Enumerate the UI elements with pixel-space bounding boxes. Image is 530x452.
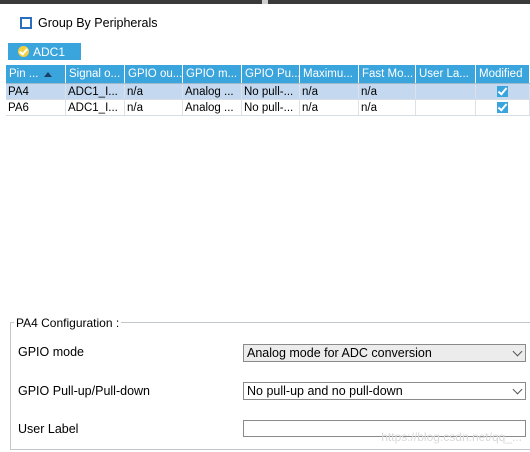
cell-maximum: n/a: [300, 84, 359, 99]
sort-ascending-icon: [44, 71, 53, 77]
watermark: https://blog.csdn.net/qq_...: [381, 430, 522, 444]
cell-pin: PA4: [6, 84, 66, 99]
cell-modified[interactable]: [476, 84, 530, 99]
column-header-gpio-pull[interactable]: GPIO Pu...: [242, 65, 300, 83]
modified-checkbox[interactable]: [497, 102, 508, 113]
column-header-label: Signal o...: [69, 68, 121, 80]
chevron-down-icon: [512, 384, 523, 395]
gpio-pull-value: No pull-up and no pull-down: [247, 384, 403, 398]
pin-configuration-page: Group By Peripherals ADC1 Pin ... Signal…: [0, 0, 530, 452]
cell-user-label: [416, 100, 476, 115]
gpio-mode-select[interactable]: Analog mode for ADC conversion: [243, 344, 526, 362]
chevron-down-icon: [512, 346, 523, 357]
cell-pin: PA6: [6, 100, 66, 115]
table-row[interactable]: PA4 ADC1_I... n/a Analog ... No pull-...…: [6, 84, 530, 100]
modified-checkbox[interactable]: [497, 86, 508, 97]
column-header-modified[interactable]: Modified: [476, 65, 530, 83]
cell-fast-mode: n/a: [359, 84, 416, 99]
column-header-label: Modified: [479, 68, 523, 80]
cell-user-label: [416, 84, 476, 99]
top-strip-notch: [262, 0, 268, 4]
check-circle-icon: [18, 46, 29, 57]
column-header-gpio-output[interactable]: GPIO ou...: [125, 65, 183, 83]
gpio-pull-select[interactable]: No pull-up and no pull-down: [243, 382, 526, 400]
cell-gpio-output: n/a: [125, 84, 183, 99]
top-strip: [0, 0, 530, 4]
cell-maximum: n/a: [300, 100, 359, 115]
group-by-checkbox[interactable]: [20, 17, 32, 29]
column-header-user-label[interactable]: User La...: [416, 65, 476, 83]
cell-gpio-pull: No pull-...: [242, 100, 300, 115]
gpio-mode-label: GPIO mode: [18, 345, 84, 359]
gpio-pull-label: GPIO Pull-up/Pull-down: [18, 384, 151, 398]
column-header-label: GPIO ou...: [128, 68, 183, 80]
gpio-mode-value: Analog mode for ADC conversion: [247, 346, 432, 360]
cell-signal: ADC1_I...: [66, 84, 125, 99]
group-by-peripherals-toggle[interactable]: Group By Peripherals: [20, 15, 158, 31]
cell-modified[interactable]: [476, 100, 530, 115]
tab-adc1-label: ADC1: [33, 44, 66, 59]
column-header-label: GPIO m...: [186, 68, 238, 80]
user-label-label: User Label: [18, 422, 79, 436]
pin-configuration-panel: PA4 Configuration : GPIO mode Analog mod…: [10, 316, 530, 450]
cell-gpio-mode: Analog ...: [183, 100, 242, 115]
tab-adc1[interactable]: ADC1: [8, 43, 81, 60]
pin-table: Pin ... Signal o... GPIO ou... GPIO m...…: [6, 65, 530, 116]
column-header-label: GPIO Pu...: [245, 68, 300, 80]
table-row[interactable]: PA6 ADC1_I... n/a Analog ... No pull-...…: [6, 100, 530, 116]
column-header-pin[interactable]: Pin ...: [6, 65, 66, 83]
column-header-label: Fast Mo...: [362, 68, 414, 80]
column-header-label: Pin ...: [9, 68, 39, 80]
cell-signal: ADC1_I...: [66, 100, 125, 115]
table-header: Pin ... Signal o... GPIO ou... GPIO m...…: [6, 65, 530, 84]
column-header-label: User La...: [419, 68, 469, 80]
cell-gpio-pull: No pull-...: [242, 84, 300, 99]
column-header-maximum[interactable]: Maximu...: [300, 65, 359, 83]
config-title: PA4 Configuration :: [14, 316, 122, 330]
cell-gpio-mode: Analog ...: [183, 84, 242, 99]
column-header-gpio-mode[interactable]: GPIO m...: [183, 65, 242, 83]
column-header-label: Maximu...: [303, 68, 353, 80]
group-by-label: Group By Peripherals: [38, 16, 158, 30]
cell-gpio-output: n/a: [125, 100, 183, 115]
column-header-signal[interactable]: Signal o...: [66, 65, 125, 83]
column-header-fast-mode[interactable]: Fast Mo...: [359, 65, 416, 83]
cell-fast-mode: n/a: [359, 100, 416, 115]
